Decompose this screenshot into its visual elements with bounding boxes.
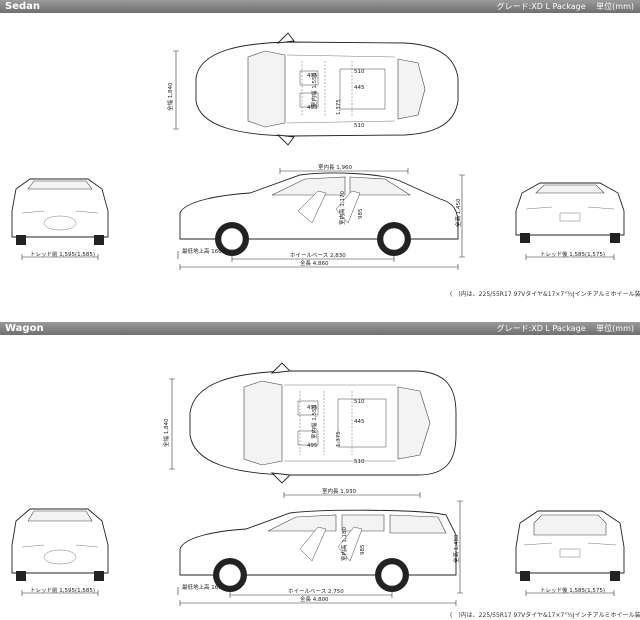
wagon-front-room-label: 495	[307, 405, 318, 411]
wagon-width-1375-label: 1,375	[336, 431, 342, 447]
wagon-side-view: 室内長 1,930 室内高 1,180 985 全高 1,480 最低地上高 1…	[177, 487, 463, 606]
wagon-unit-label: 単位(mm)	[596, 324, 634, 333]
sedan-seat-mid-label: 445	[354, 85, 365, 91]
sedan-top-view: 全幅 1,840 室内幅 1,550 495 495 510 445 510 1…	[166, 32, 459, 146]
wagon-diagram: 全幅 1,840 室内幅 1,550 495 495 510 445 510 1…	[11, 362, 625, 606]
wagon-overall-height-label: 全高 1,480	[452, 534, 460, 563]
wagon-wheelbase-label: ホイールベース 2,750	[288, 588, 344, 595]
wagon-rear-view: トレッド後 1,585(1,575)	[515, 510, 625, 596]
wagon-overall-length-label: 全長 4,800	[300, 595, 329, 603]
sedan-seat-top-label: 510	[354, 69, 365, 75]
sedan-side-view: 室内長 1,960 室内高 1,170 985 全高 1,450 最低地上高 1…	[177, 163, 465, 270]
wagon-overall-width-label: 全幅 1,840	[162, 418, 170, 447]
sedan-header-bar: Sedan グレード:XD L Package 単位(mm)	[0, 0, 640, 13]
wagon-header-bar: Wagon グレード:XD L Package 単位(mm)	[0, 322, 640, 335]
sedan-front-view: トレッド前 1,595(1,585)	[11, 178, 109, 260]
wagon-front-view: トレッド前 1,595(1,585)	[11, 508, 109, 596]
sedan-overall-height-label: 全高 1,450	[454, 198, 462, 227]
sedan-front-tread-label: トレッド前 1,595(1,585)	[30, 250, 95, 258]
wagon-rear-tread-label: トレッド後 1,585(1,575)	[540, 586, 605, 594]
wagon-seat-mid-label: 445	[354, 419, 365, 425]
wagon-interior-length-label: 室内長 1,930	[322, 487, 356, 495]
sedan-front-room-label: 495	[307, 73, 318, 79]
sedan-diagram: 全幅 1,840 室内幅 1,550 495 495 510 445 510 1…	[11, 32, 625, 270]
sedan-panel: Sedan グレード:XD L Package 単位(mm) 全幅 1,840 …	[0, 0, 640, 310]
sedan-overall-length-label: 全長 4,860	[300, 259, 329, 267]
wagon-front-tread-label: トレッド前 1,595(1,585)	[30, 586, 95, 594]
wagon-grade-label: グレード:XD L Package	[496, 324, 586, 333]
sedan-footnote: ( )内は、225/55R17 97Vタイヤ&17×7"½Jインチアルミホイール…	[450, 291, 640, 298]
sedan-interior-height-label: 室内高 1,170	[338, 191, 346, 225]
wagon-footnote: ( )内は、225/55R17 97Vタイヤ&17×7"½Jインチアルミホイール…	[450, 612, 640, 619]
sedan-rear-tread-label: トレッド後 1,585(1,575)	[540, 250, 605, 258]
sedan-title: Sedan	[5, 1, 41, 12]
wagon-ground-clearance-label: 最低地上高 160	[182, 583, 222, 591]
wagon-panel: Wagon グレード:XD L Package 単位(mm) 全幅 1,840 …	[0, 322, 640, 620]
sedan-header-info: グレード:XD L Package 単位(mm)	[489, 0, 634, 13]
wagon-interior-height-label: 室内高 1,180	[340, 527, 348, 561]
sedan-overall-width-label: 全幅 1,840	[166, 82, 174, 111]
wagon-top-view: 全幅 1,840 室内幅 1,550 495 495 510 445 510 1…	[162, 362, 457, 484]
sedan-seat-height-label: 985	[358, 208, 364, 219]
sedan-rear-room-label: 495	[307, 105, 318, 111]
wagon-seat-top-label: 510	[354, 399, 365, 405]
sedan-width-1375-label: 1,375	[336, 99, 342, 115]
wagon-seat-height-label: 985	[360, 544, 366, 555]
sedan-wheelbase-label: ホイールベース 2,830	[290, 252, 346, 259]
sedan-seat-low-label: 510	[354, 123, 365, 129]
wagon-rear-room-label: 495	[307, 443, 318, 449]
sedan-unit-label: 単位(mm)	[596, 2, 634, 11]
sedan-interior-length-label: 室内長 1,960	[318, 163, 352, 171]
sedan-ground-clearance-label: 最低地上高 160	[182, 247, 222, 255]
wagon-seat-low-label: 510	[354, 459, 365, 465]
wagon-title: Wagon	[5, 323, 44, 334]
sedan-grade-label: グレード:XD L Package	[496, 2, 586, 11]
sedan-rear-view: トレッド後 1,585(1,575)	[515, 182, 625, 260]
wagon-header-info: グレード:XD L Package 単位(mm)	[489, 322, 634, 335]
